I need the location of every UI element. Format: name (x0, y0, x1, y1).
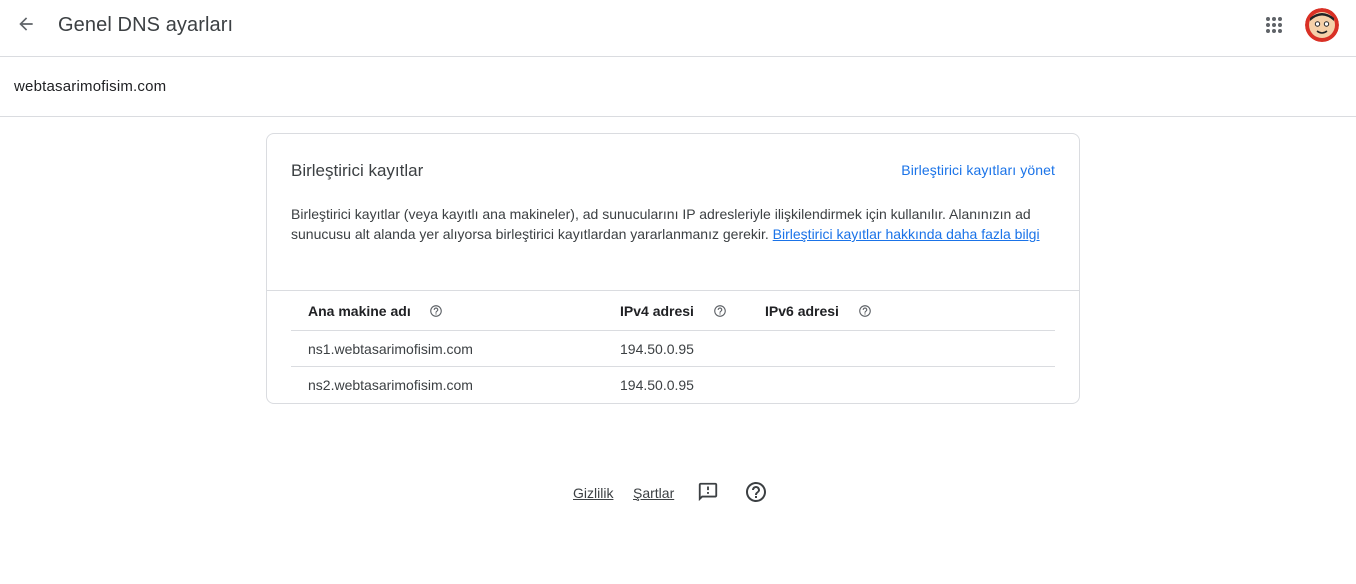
help-icon[interactable] (744, 480, 768, 504)
column-header-label: Ana makine adı (308, 302, 411, 319)
help-icon[interactable] (429, 304, 443, 318)
card-title: Birleştirici kayıtlar (291, 161, 424, 180)
hostname-cell: ns2.webtasarimofisim.com (308, 377, 473, 393)
table-row: ns1.webtasarimofisim.com 194.50.0.95 (291, 331, 1055, 367)
terms-link[interactable]: Şartlar (633, 484, 674, 502)
column-header-label: IPv4 adresi (620, 302, 694, 319)
learn-more-link[interactable]: Birleştirici kayıtlar hakkında daha fazl… (773, 226, 1040, 242)
domain-name: webtasarimofisim.com (14, 78, 167, 95)
table-header-row: Ana makine adı IPv4 adresi IPv6 adresi (291, 291, 1055, 331)
manage-glue-records-link[interactable]: Birleştirici kayıtları yönet (901, 161, 1055, 179)
hostname-cell: ns1.webtasarimofisim.com (308, 340, 473, 357)
column-header-ipv6: IPv6 adresi (765, 291, 872, 330)
feedback-icon[interactable] (696, 480, 720, 504)
glue-records-table: Ana makine adı IPv4 adresi IPv6 adresi n… (291, 291, 1055, 403)
ipv4-cell: 194.50.0.95 (620, 340, 694, 357)
apps-grid-icon[interactable] (1260, 11, 1288, 39)
card-description: Birleştirici kayıtlar (veya kayıtlı ana … (291, 204, 1059, 244)
column-header-label: IPv6 adresi (765, 302, 839, 319)
user-avatar-icon[interactable] (1305, 8, 1339, 42)
arrow-back-icon[interactable] (10, 8, 42, 40)
domain-bar: webtasarimofisim.com (0, 57, 1356, 117)
help-icon[interactable] (858, 304, 872, 318)
top-app-bar: Genel DNS ayarları (0, 0, 1356, 57)
privacy-link[interactable]: Gizlilik (573, 484, 613, 502)
table-row: ns2.webtasarimofisim.com 194.50.0.95 (291, 367, 1055, 403)
column-header-hostname: Ana makine adı (308, 291, 443, 330)
page-title: Genel DNS ayarları (58, 14, 234, 36)
column-header-ipv4: IPv4 adresi (620, 291, 727, 330)
help-icon[interactable] (713, 304, 727, 318)
glue-records-card: Birleştirici kayıtlar Birleştirici kayıt… (266, 133, 1080, 404)
ipv4-cell: 194.50.0.95 (620, 377, 694, 393)
